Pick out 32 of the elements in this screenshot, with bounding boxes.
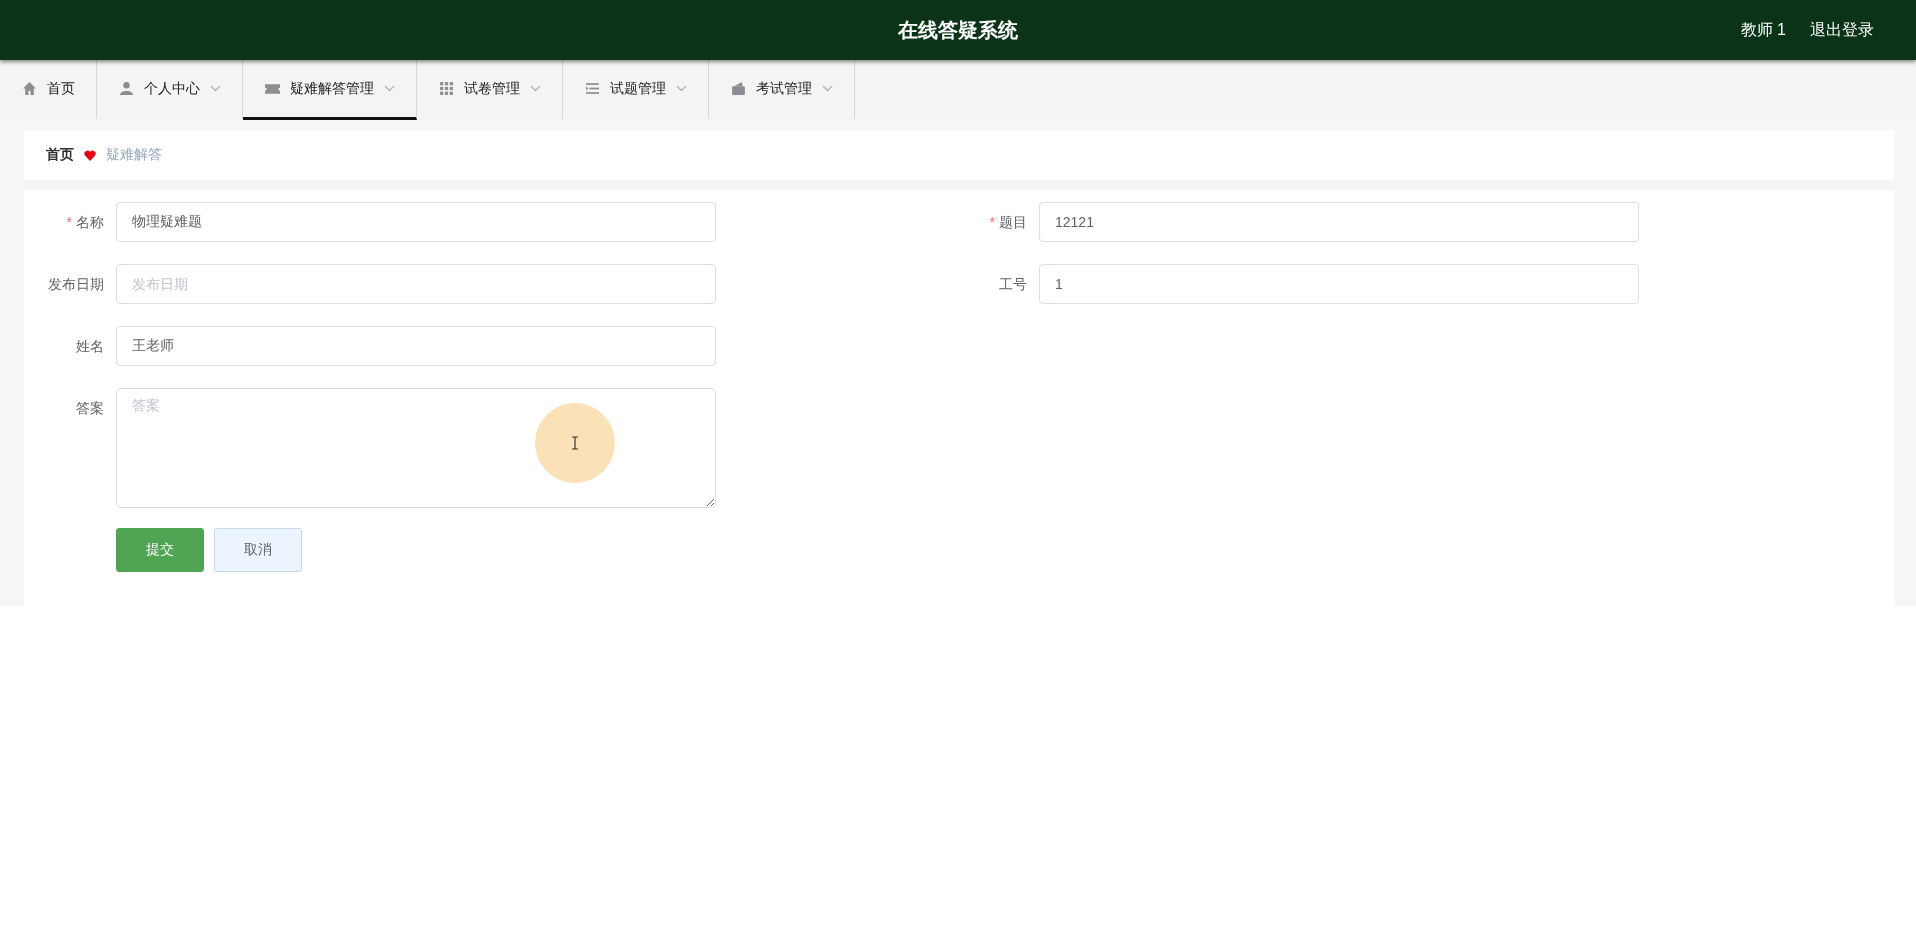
- heart-icon: [84, 149, 96, 161]
- app-title: 在线答疑系统: [898, 17, 1018, 43]
- field-label: 答案: [75, 399, 105, 418]
- breadcrumb-item[interactable]: 首页: [46, 146, 74, 164]
- list-icon: [585, 81, 600, 96]
- logout-link[interactable]: 退出登录: [1810, 19, 1874, 41]
- nav-tab-label: 考试管理: [756, 79, 812, 98]
- nav-tab-label: 个人中心: [144, 79, 200, 98]
- home-icon: [22, 81, 37, 96]
- cancel-button[interactable]: 取消: [214, 528, 302, 572]
- field-label: 姓名: [75, 337, 105, 356]
- nav-tab-label: 首页: [47, 79, 75, 98]
- nav-tab-label: 疑难解答管理: [290, 79, 374, 98]
- user-icon: [119, 81, 134, 96]
- nav-tab-label: 试卷管理: [464, 79, 520, 98]
- wallet-icon: [731, 81, 746, 96]
- field-label: * 名称: [65, 213, 105, 232]
- field-label: 发布日期: [47, 275, 105, 294]
- field-label: * 题目: [988, 213, 1028, 232]
- grid-icon: [439, 81, 454, 96]
- text-field[interactable]: 王老师: [116, 326, 716, 366]
- text-field[interactable]: 1: [1039, 264, 1639, 304]
- nav-tab-label: 试题管理: [610, 79, 666, 98]
- text-cursor-icon: [571, 436, 579, 450]
- text-field[interactable]: 12121: [1039, 202, 1639, 242]
- text-field[interactable]: 发布日期: [116, 264, 716, 304]
- breadcrumb-item: 疑难解答: [106, 146, 162, 164]
- text-field[interactable]: 物理疑难题: [116, 202, 716, 242]
- user-name: 教师 1: [1740, 19, 1786, 40]
- field-label: 工号: [998, 275, 1028, 294]
- ticket-icon: [265, 81, 280, 96]
- answer-field[interactable]: 答案: [116, 388, 716, 508]
